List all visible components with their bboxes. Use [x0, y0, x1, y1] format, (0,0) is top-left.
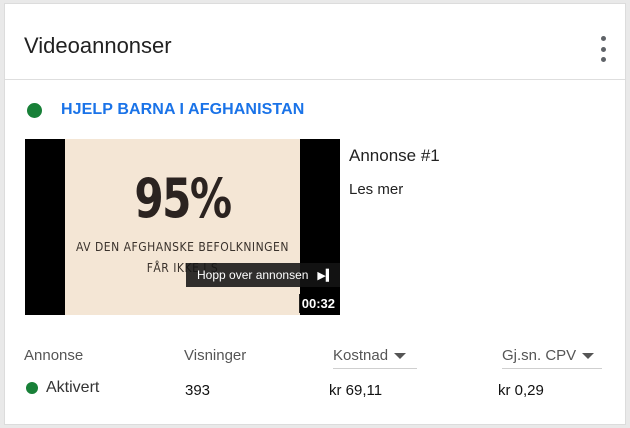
cpv-value: kr 0,29 — [498, 382, 544, 399]
skip-ad-button[interactable]: Hopp over annonsen ▶▍ — [186, 263, 340, 287]
status-dot-icon — [26, 382, 38, 394]
views-value: 393 — [185, 382, 211, 399]
ad-title: Annonse #1 — [349, 146, 440, 165]
dropdown-caret-icon — [582, 353, 595, 360]
ad-status-label: Aktivert — [46, 379, 100, 396]
column-header-cost-label: Kostnad — [333, 347, 389, 364]
column-header-cpv-label: Gj.sn. CPV — [502, 347, 577, 364]
column-header-ad: Annonse — [24, 347, 84, 364]
video-thumbnail[interactable]: 95% AV DEN AFGHANSKE BEFOLKNINGEN FÅR IK… — [25, 139, 340, 315]
column-header-cost[interactable]: Kostnad — [333, 347, 417, 369]
cost-value: kr 69,11 — [329, 382, 383, 399]
video-text-line-1: AV DEN AFGHANSKE BEFOLKNINGEN — [76, 240, 289, 254]
learn-more-link[interactable]: Les mer — [349, 181, 403, 198]
video-frame: 95% AV DEN AFGHANSKE BEFOLKNINGEN FÅR IK… — [65, 139, 300, 315]
card-title: Videoannonser — [24, 33, 172, 58]
column-header-views: Visninger — [184, 347, 247, 364]
dropdown-caret-icon — [394, 353, 407, 360]
skip-next-icon: ▶▍ — [317, 269, 335, 282]
card-header: Videoannonser — [5, 4, 625, 80]
campaign-link[interactable]: HJELP BARNA I AFGHANISTAN — [61, 101, 304, 119]
ad-status: Aktivert — [26, 379, 99, 397]
column-header-cpv[interactable]: Gj.sn. CPV — [502, 347, 602, 369]
skip-ad-label: Hopp over annonsen — [197, 268, 309, 282]
video-duration: 00:32 — [298, 294, 338, 313]
more-vert-icon[interactable] — [597, 36, 609, 62]
status-dot-icon — [27, 102, 42, 118]
campaign-row: HJELP BARNA I AFGHANISTAN — [27, 101, 304, 119]
video-big-text: 95% — [134, 167, 232, 230]
video-ads-card: Videoannonser HJELP BARNA I AFGHANISTAN … — [4, 3, 626, 425]
